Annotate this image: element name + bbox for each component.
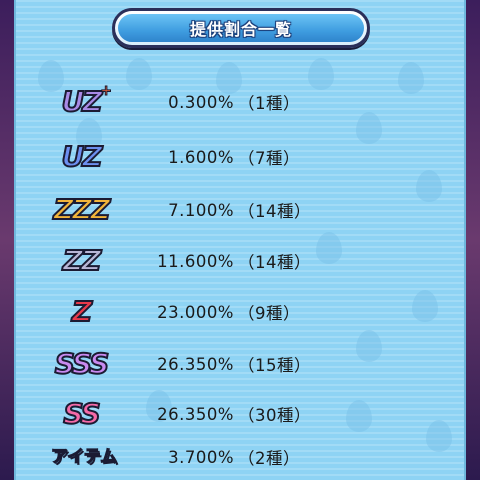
rank-label: UZ	[60, 140, 103, 173]
rate-row-item: アイテム 3.700% （2種）	[16, 437, 464, 477]
rank-label: SS	[62, 397, 101, 430]
variety-count: （30種）	[238, 406, 311, 425]
rates-list: UZ + 0.300% （1種） UZ 1.600% （7種） ZZZ 7.10…	[16, 0, 464, 480]
rate-value: 23.000%	[157, 302, 234, 322]
rank-badge-zz: ZZ	[44, 241, 118, 281]
variety-count: （2種）	[238, 449, 300, 468]
rate-value: 26.350%	[157, 404, 234, 424]
rank-badge-uz-plus: UZ +	[44, 82, 118, 122]
rate-row-z: Z 23.000% （9種）	[16, 292, 464, 332]
variety-count: （14種）	[238, 202, 311, 221]
rate-value: 11.600%	[157, 251, 234, 271]
rank-plus-mark: +	[100, 83, 113, 99]
rank-badge-z: Z	[44, 292, 118, 332]
rate-row-uz-plus: UZ + 0.300% （1種）	[16, 82, 464, 122]
rank-label: Z	[71, 295, 93, 328]
rank-label: UZ	[60, 85, 103, 118]
rate-value: 26.350%	[157, 354, 234, 374]
rate-row-zz: ZZ 11.600% （14種）	[16, 241, 464, 281]
rate-row-uz: UZ 1.600% （7種）	[16, 137, 464, 177]
variety-count: （7種）	[238, 149, 300, 168]
variety-count: （1種）	[238, 94, 300, 113]
rank-badge-ss: SS	[44, 394, 118, 434]
rank-label: ZZZ	[53, 193, 112, 226]
left-frame	[0, 0, 14, 480]
rank-label: アイテム	[50, 446, 118, 467]
right-frame	[466, 0, 480, 480]
rate-value: 1.600%	[168, 147, 234, 167]
rank-badge-sss: SSS	[44, 344, 118, 384]
rank-badge-zzz: ZZZ	[44, 190, 118, 230]
rate-value: 7.100%	[168, 200, 234, 220]
rate-value: 3.700%	[168, 447, 234, 467]
rate-row-zzz: ZZZ 7.100% （14種）	[16, 190, 464, 230]
rate-value: 0.300%	[168, 92, 234, 112]
rate-row-sss: SSS 26.350% （15種）	[16, 344, 464, 384]
variety-count: （14種）	[238, 253, 311, 272]
rate-row-ss: SS 26.350% （30種）	[16, 394, 464, 434]
variety-count: （15種）	[238, 356, 311, 375]
rank-label: ZZ	[62, 244, 103, 277]
rank-badge-uz: UZ	[44, 137, 118, 177]
rank-label: SSS	[54, 347, 110, 380]
variety-count: （9種）	[238, 304, 300, 323]
rates-panel[interactable]: 提供割合一覧 UZ + 0.300% （1種） UZ 1.600% （7種） Z…	[14, 0, 466, 480]
